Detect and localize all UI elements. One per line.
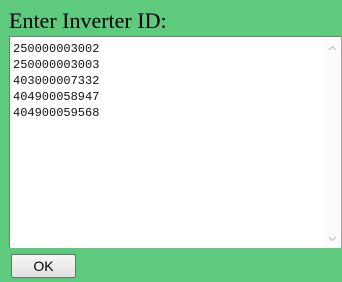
inverter-id-panel: Enter Inverter ID: OK (0, 0, 342, 282)
inverter-id-textarea[interactable] (10, 37, 324, 248)
chevron-up-icon-shape (328, 45, 337, 50)
ok-button[interactable]: OK (11, 254, 76, 278)
chevron-down-icon-shape (328, 236, 337, 241)
scrollbar-track[interactable] (324, 56, 341, 230)
inverter-id-textarea-container (9, 36, 341, 248)
chevron-down-icon[interactable] (324, 230, 341, 247)
vertical-scrollbar[interactable] (324, 37, 341, 248)
chevron-up-icon[interactable] (324, 39, 341, 56)
form-title: Enter Inverter ID: (9, 8, 167, 33)
